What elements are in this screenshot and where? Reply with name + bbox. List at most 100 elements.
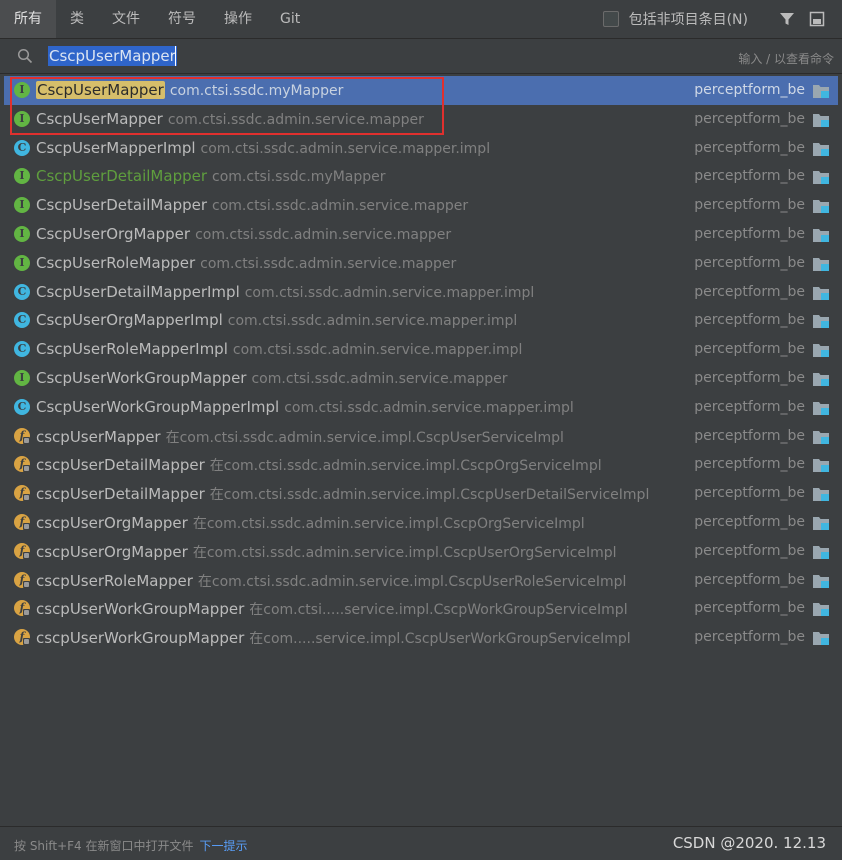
result-name-text: CscpUserOrgMapper	[36, 225, 191, 243]
module-folder-icon	[813, 229, 829, 242]
result-module: perceptform_be	[694, 571, 805, 588]
result-name-text: CscpUserDetailMapperImpl	[36, 282, 240, 301]
field-icon: f	[14, 600, 30, 617]
class-icon: C	[14, 139, 30, 156]
status-footer: 按 Shift+F4 在新窗口中打开文件 下一提示 CSDN @2020. 12.…	[0, 826, 842, 860]
module-folder-icon	[813, 286, 829, 300]
result-row[interactable]: I CscpUserDetailMapper com.ctsi.ssdc.admin…	[4, 191, 838, 220]
result-module: perceptform_be	[694, 514, 805, 530]
result-row[interactable]: I CscpUserRoleMapper com.ctsi.ssdc.admin.s…	[4, 249, 838, 278]
result-module: perceptform_be	[694, 168, 805, 185]
result-name: CscpUserRoleMapperImpl com.ctsi.ssdc.admi…	[36, 340, 522, 358]
result-row[interactable]: f cscpUserRoleMapper 在com.ctsi.ssdc.admin.…	[4, 566, 838, 595]
filter-icon[interactable]	[776, 8, 798, 30]
result-name-text: cscpUserWorkGroupMapper	[36, 600, 245, 619]
result-module: perceptform_be	[694, 542, 805, 559]
result-row[interactable]: I CscpUserWorkGroupMapper com.ctsi.ssdc.ad…	[4, 364, 838, 393]
result-module: perceptform_be	[694, 341, 805, 358]
result-name: cscpUserDetailMapper 在com.ctsi.ssdc.admin…	[36, 484, 649, 504]
module-folder-icon	[813, 113, 829, 127]
result-module: perceptform_be	[694, 370, 805, 386]
include-non-project-checkbox[interactable]	[602, 11, 619, 27]
result-name-text: CscpUserDetailMapper	[36, 196, 208, 215]
result-name: cscpUserMapper 在com.ctsi.ssdc.admin.servi…	[36, 427, 564, 447]
interface-icon: I	[14, 254, 30, 271]
interface-icon: I	[14, 168, 30, 185]
result-name: CscpUserDetailMapperImpl com.ctsi.ssdc.ad…	[36, 283, 534, 301]
result-row[interactable]: f cscpUserMapper 在com.ctsi.ssdc.admin.serv…	[4, 422, 838, 451]
result-row[interactable]: C CscpUserMapperImpl com.ctsi.ssdc.admin.s…	[4, 134, 838, 163]
field-icon: f	[14, 485, 30, 502]
class-icon: C	[14, 341, 30, 358]
result-name: cscpUserOrgMapper 在com.ctsi.ssdc.admin.se…	[36, 513, 585, 533]
result-location: 在com.ctsi.....service.impl.CscpWorkGroup…	[249, 602, 628, 619]
result-location: 在com.ctsi.ssdc.admin.service.impl.CscpOr…	[209, 458, 602, 475]
interface-icon: I	[14, 197, 30, 214]
result-name-text: CscpUserMapperImpl	[36, 138, 196, 157]
result-row[interactable]: I CscpUserOrgMapper com.ctsi.ssdc.admin.se…	[4, 220, 838, 249]
result-name-text: cscpUserRoleMapper	[36, 571, 193, 590]
include-non-project-label[interactable]: 包括非项目条目(N)	[629, 9, 748, 29]
result-module: perceptform_be	[694, 312, 805, 329]
module-folder-icon	[813, 603, 829, 617]
result-location: com.ctsi.ssdc.admin.service.mapper.impl	[284, 399, 574, 416]
module-folder-icon	[813, 142, 829, 156]
tab-all[interactable]: 所有	[0, 0, 56, 38]
result-module: perceptform_be	[694, 139, 805, 156]
field-icon: f	[14, 456, 30, 473]
module-folder-icon	[813, 545, 829, 559]
result-name: CscpUserWorkGroupMapper com.ctsi.ssdc.adm…	[36, 369, 508, 387]
result-location: com.ctsi.ssdc.admin.service.mapper	[251, 371, 508, 387]
result-row[interactable]: f cscpUserOrgMapper 在com.ctsi.ssdc.admin.s…	[4, 508, 838, 537]
result-name-text: cscpUserWorkGroupMapper	[36, 629, 245, 648]
next-tip-link[interactable]: 下一提示	[200, 839, 248, 853]
result-row[interactable]: C CscpUserOrgMapperImpl com.ctsi.ssdc.admi…	[4, 306, 838, 335]
tab-files[interactable]: 文件	[98, 0, 154, 38]
module-folder-icon	[813, 430, 829, 444]
result-module: perceptform_be	[694, 485, 805, 502]
result-name-text: CscpUserWorkGroupMapper	[36, 369, 247, 387]
class-icon: C	[14, 312, 30, 329]
module-folder-icon	[813, 632, 829, 646]
result-row[interactable]: f cscpUserWorkGroupMapper 在com.ctsi.....se…	[4, 594, 838, 623]
watermark: CSDN @2020. 12.13	[672, 834, 826, 852]
search-input[interactable]: CscpUserMapper	[48, 46, 177, 66]
result-row[interactable]: I CscpUserDetailMapper com.ctsi.ssdc.myMap…	[4, 162, 838, 191]
result-row[interactable]: f cscpUserDetailMapper 在com.ctsi.ssdc.admi…	[4, 450, 838, 479]
result-row[interactable]: f cscpUserDetailMapper 在com.ctsi.ssdc.admi…	[4, 479, 838, 508]
search-icon	[17, 48, 33, 68]
tab-symbols[interactable]: 符号	[154, 0, 210, 38]
result-row[interactable]: f cscpUserOrgMapper 在com.ctsi.ssdc.admin.s…	[4, 537, 838, 566]
open-in-tool-window-icon[interactable]	[806, 8, 828, 30]
interface-icon: I	[14, 370, 30, 386]
tab-git[interactable]: Git	[266, 0, 314, 38]
module-folder-icon	[813, 488, 829, 502]
tab-classes[interactable]: 类	[56, 0, 98, 38]
result-name-text: cscpUserOrgMapper	[36, 542, 188, 561]
result-location: com.ctsi.ssdc.admin.service.mapper	[195, 227, 452, 243]
result-location: 在com.....service.impl.CscpUserWorkGroupS…	[249, 631, 631, 648]
result-location: 在com.ctsi.ssdc.admin.service.impl.CscpUs…	[209, 487, 650, 504]
result-location: com.ctsi.ssdc.admin.service.mapper	[212, 198, 469, 215]
module-folder-icon	[813, 459, 829, 473]
footer-tip: 按 Shift+F4 在新窗口中打开文件 下一提示	[14, 837, 248, 854]
result-name: CscpUserDetailMapper com.ctsi.ssdc.myMapp…	[36, 167, 386, 185]
result-location: 在com.ctsi.ssdc.admin.service.impl.CscpOr…	[192, 516, 585, 532]
result-location: com.ctsi.ssdc.admin.service.mapper.impl	[244, 284, 535, 301]
field-icon: f	[14, 542, 30, 559]
annotation-box	[10, 77, 444, 135]
module-folder-icon	[813, 85, 829, 98]
result-name: CscpUserDetailMapper com.ctsi.ssdc.admin.…	[36, 196, 468, 214]
result-row[interactable]: C CscpUserDetailMapperImpl com.ctsi.ssdc.a…	[4, 278, 838, 307]
field-icon: f	[14, 629, 30, 646]
result-module: perceptform_be	[694, 629, 805, 646]
search-bar: CscpUserMapper 输入 / 以查看命令	[0, 39, 842, 74]
result-row[interactable]: f cscpUserWorkGroupMapper 在com.....service…	[4, 623, 838, 652]
footer-tip-text: 按 Shift+F4 在新窗口中打开文件	[14, 839, 194, 853]
tab-actions[interactable]: 操作	[210, 0, 266, 38]
result-row[interactable]: C CscpUserRoleMapperImpl com.ctsi.ssdc.adm…	[4, 335, 838, 364]
result-row[interactable]: C CscpUserWorkGroupMapperImpl com.ctsi.ssd…	[4, 393, 838, 422]
results-list: I CscpUserMapper com.ctsi.ssdc.myMapper per…	[0, 74, 842, 826]
result-name: CscpUserOrgMapper com.ctsi.ssdc.admin.ser…	[36, 225, 451, 243]
scope-tab-bar: 所有 类 文件 符号 操作 Git 包括非项目条目(N)	[0, 0, 842, 39]
